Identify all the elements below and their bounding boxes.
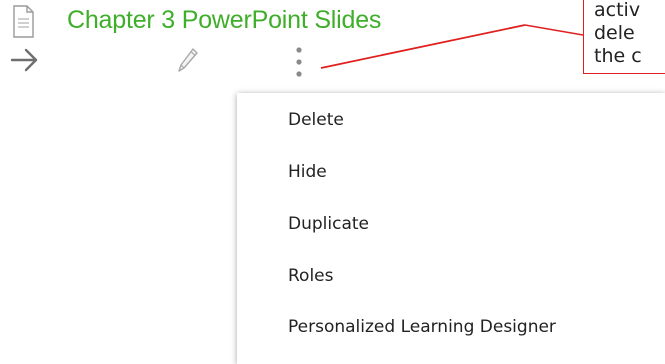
- callout-line-3: the c: [594, 45, 642, 67]
- options-menu: Delete Hide Duplicate Roles Personalized…: [237, 93, 665, 364]
- more-options-icon[interactable]: [289, 42, 309, 82]
- callout-annotation: activ dele the c: [583, 0, 665, 74]
- menu-item-roles[interactable]: Roles: [237, 255, 665, 297]
- callout-line-2: dele: [594, 22, 635, 44]
- menu-item-duplicate[interactable]: Duplicate: [237, 203, 665, 245]
- menu-item-hide[interactable]: Hide: [237, 151, 665, 193]
- pencil-icon[interactable]: [176, 46, 200, 74]
- callout-line-1: activ: [594, 0, 641, 21]
- arrow-right-icon[interactable]: [9, 47, 39, 73]
- menu-item-personalized-learning-designer[interactable]: Personalized Learning Designer: [237, 306, 665, 348]
- menu-item-delete[interactable]: Delete: [237, 99, 665, 141]
- file-document-icon: [13, 5, 34, 38]
- page-title[interactable]: Chapter 3 PowerPoint Slides: [67, 4, 381, 36]
